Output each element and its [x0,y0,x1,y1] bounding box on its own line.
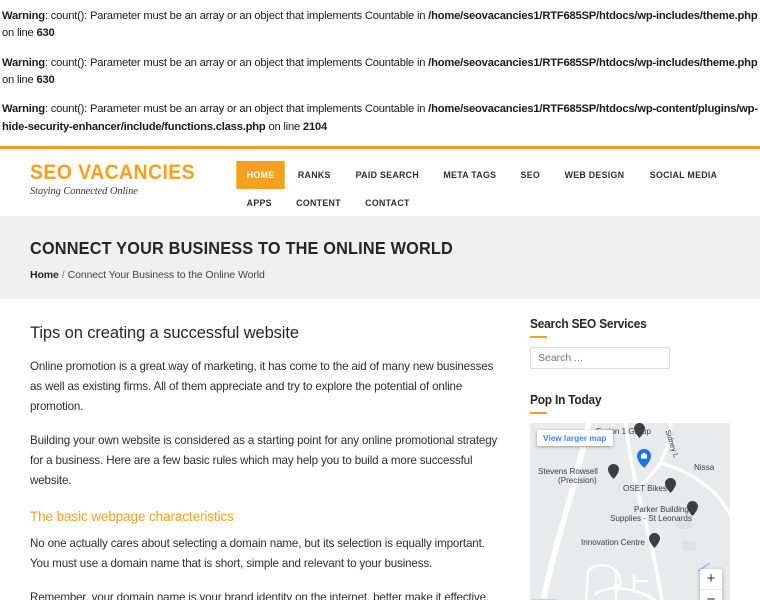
map-pin-eurion-group[interactable] [634,423,645,439]
article-paragraph-2: Building your own website is considered … [30,433,498,487]
breadcrumb-home-link[interactable]: Home [30,269,59,281]
warning-message-3: : count(): Parameter must be an array or… [44,103,429,116]
site-header: SEO VACANCIES Staying Connected Online H… [0,146,760,217]
search-widget-title: Search SEO Services [530,317,730,339]
nav-link-paid-search[interactable]: PAID SEARCH [345,161,429,189]
breadcrumb: Home / Connect Your Business to the Online… [30,269,730,281]
article-subheading: The basic webpage characteristics [30,508,234,524]
article-paragraph-3: No one actually cares about selecting a … [30,536,485,570]
map-widget: Pop In Today Eurion 1 Group Sidney L Ste… [530,393,740,600]
zoom-in-button[interactable]: + [700,569,722,591]
warning-line-prefix-1: on line [2,27,37,40]
warning-label-1: Warning [2,10,45,22]
map-pin-innovation-centre[interactable] [649,533,660,549]
map-pin-business-location-icon[interactable] [637,449,651,469]
map-pin-oset-bikes[interactable] [665,478,676,494]
content-area: Tips on creating a successful website On… [0,299,760,600]
nav-item-seo[interactable]: SEO [509,161,552,189]
map-pin-stevens-rowsell[interactable] [608,464,619,480]
google-map[interactable]: Eurion 1 Group Sidney L Stevens Rowsell … [530,423,730,600]
search-widget: Search SEO Services [530,317,740,370]
nav-link-meta-tags[interactable]: META TAGS [433,161,507,189]
article-title: Tips on creating a successful website [30,323,299,343]
php-warning-3: Warning: count(): Parameter must be an a… [0,101,760,136]
nav-link-contact[interactable]: CONTACT [354,189,419,217]
warning-line-prefix-3: on line [265,120,303,133]
warning-line-number-2: 630 [36,74,55,87]
page-title-banner: CONNECT YOUR BUSINESS TO THE ONLINE WORL… [0,216,760,300]
nav-item-content[interactable]: CONTENT [284,189,353,217]
map-widget-title: Pop In Today [530,393,730,415]
map-zoom-controls[interactable]: + − [700,569,722,600]
nav-item-home[interactable]: HOME [235,161,286,190]
view-larger-map-button[interactable]: View larger map [537,430,613,447]
warning-label-3: Warning [2,103,45,116]
nav-link-content[interactable]: CONTENT [285,189,351,217]
warning-line-number-1: 630 [36,27,55,40]
warning-message-2: : count(): Parameter must be an array or… [44,56,429,69]
warning-path-2: /home/seovacancies1/RTF685SP/htdocs/wp-i… [428,56,758,69]
main-article: Tips on creating a successful website On… [0,317,525,600]
breadcrumb-current: Connect Your Business to the Online Worl… [67,269,265,282]
nav-item-paid-search[interactable]: PAID SEARCH [343,161,432,189]
nav-item-apps[interactable]: APPS [235,189,284,217]
site-title[interactable]: SEO VACANCIES [30,161,221,184]
sidebar: Search SEO Services Pop In Today [525,317,760,600]
warning-label-2: Warning [2,56,45,69]
nav-item-ranks[interactable]: RANKS [286,161,343,189]
article-paragraph-4: Remember, your domain name is your brand… [30,588,503,600]
nav-link-apps[interactable]: APPS [236,189,282,217]
nav-item-contact[interactable]: CONTACT [353,189,422,217]
nav-link-home[interactable]: HOME [236,161,285,190]
nav-item-meta-tags[interactable]: META TAGS [431,161,509,189]
search-input[interactable] [530,347,670,370]
warning-line-number-3: 2104 [302,120,328,133]
zoom-out-button[interactable]: − [700,590,722,600]
nav-link-ranks[interactable]: RANKS [288,161,342,189]
breadcrumb-separator: / [61,269,65,282]
paragraph-4-text: Remember, your domain name is your brand… [30,590,489,600]
article-paragraph-1: Online promotion is a great way of marke… [30,360,494,414]
warning-line-prefix-2: on line [2,74,37,87]
php-warning-2: Warning: count(): Parameter must be an a… [0,55,760,90]
nav-link-social-media[interactable]: SOCIAL MEDIA [639,161,727,189]
php-warning-1: Warning: count(): Parameter must be an a… [0,8,760,43]
php-warning-block: Warning: count(): Parameter must be an a… [0,0,760,147]
site-tagline: Staying Connected Online [30,186,138,198]
page-title: CONNECT YOUR BUSINESS TO THE ONLINE WORL… [30,238,453,259]
nav-link-web-design[interactable]: WEB DESIGN [554,161,635,189]
primary-navigation[interactable]: HOME RANKS PAID SEARCH META TAGS SEO WEB… [235,161,760,217]
nav-item-web-design[interactable]: WEB DESIGN [552,161,637,189]
warning-path-1: /home/seovacancies1/RTF685SP/htdocs/wp-i… [428,10,758,22]
site-branding[interactable]: SEO VACANCIES Staying Connected Online [0,161,235,197]
nav-list: HOME RANKS PAID SEARCH META TAGS SEO WEB… [235,161,760,217]
nav-item-social-media[interactable]: SOCIAL MEDIA [637,161,730,189]
warning-message-1: : count(): Parameter must be an array or… [44,10,429,22]
map-pin-parker-building-supplies[interactable] [687,501,698,517]
nav-link-seo[interactable]: SEO [510,161,550,189]
